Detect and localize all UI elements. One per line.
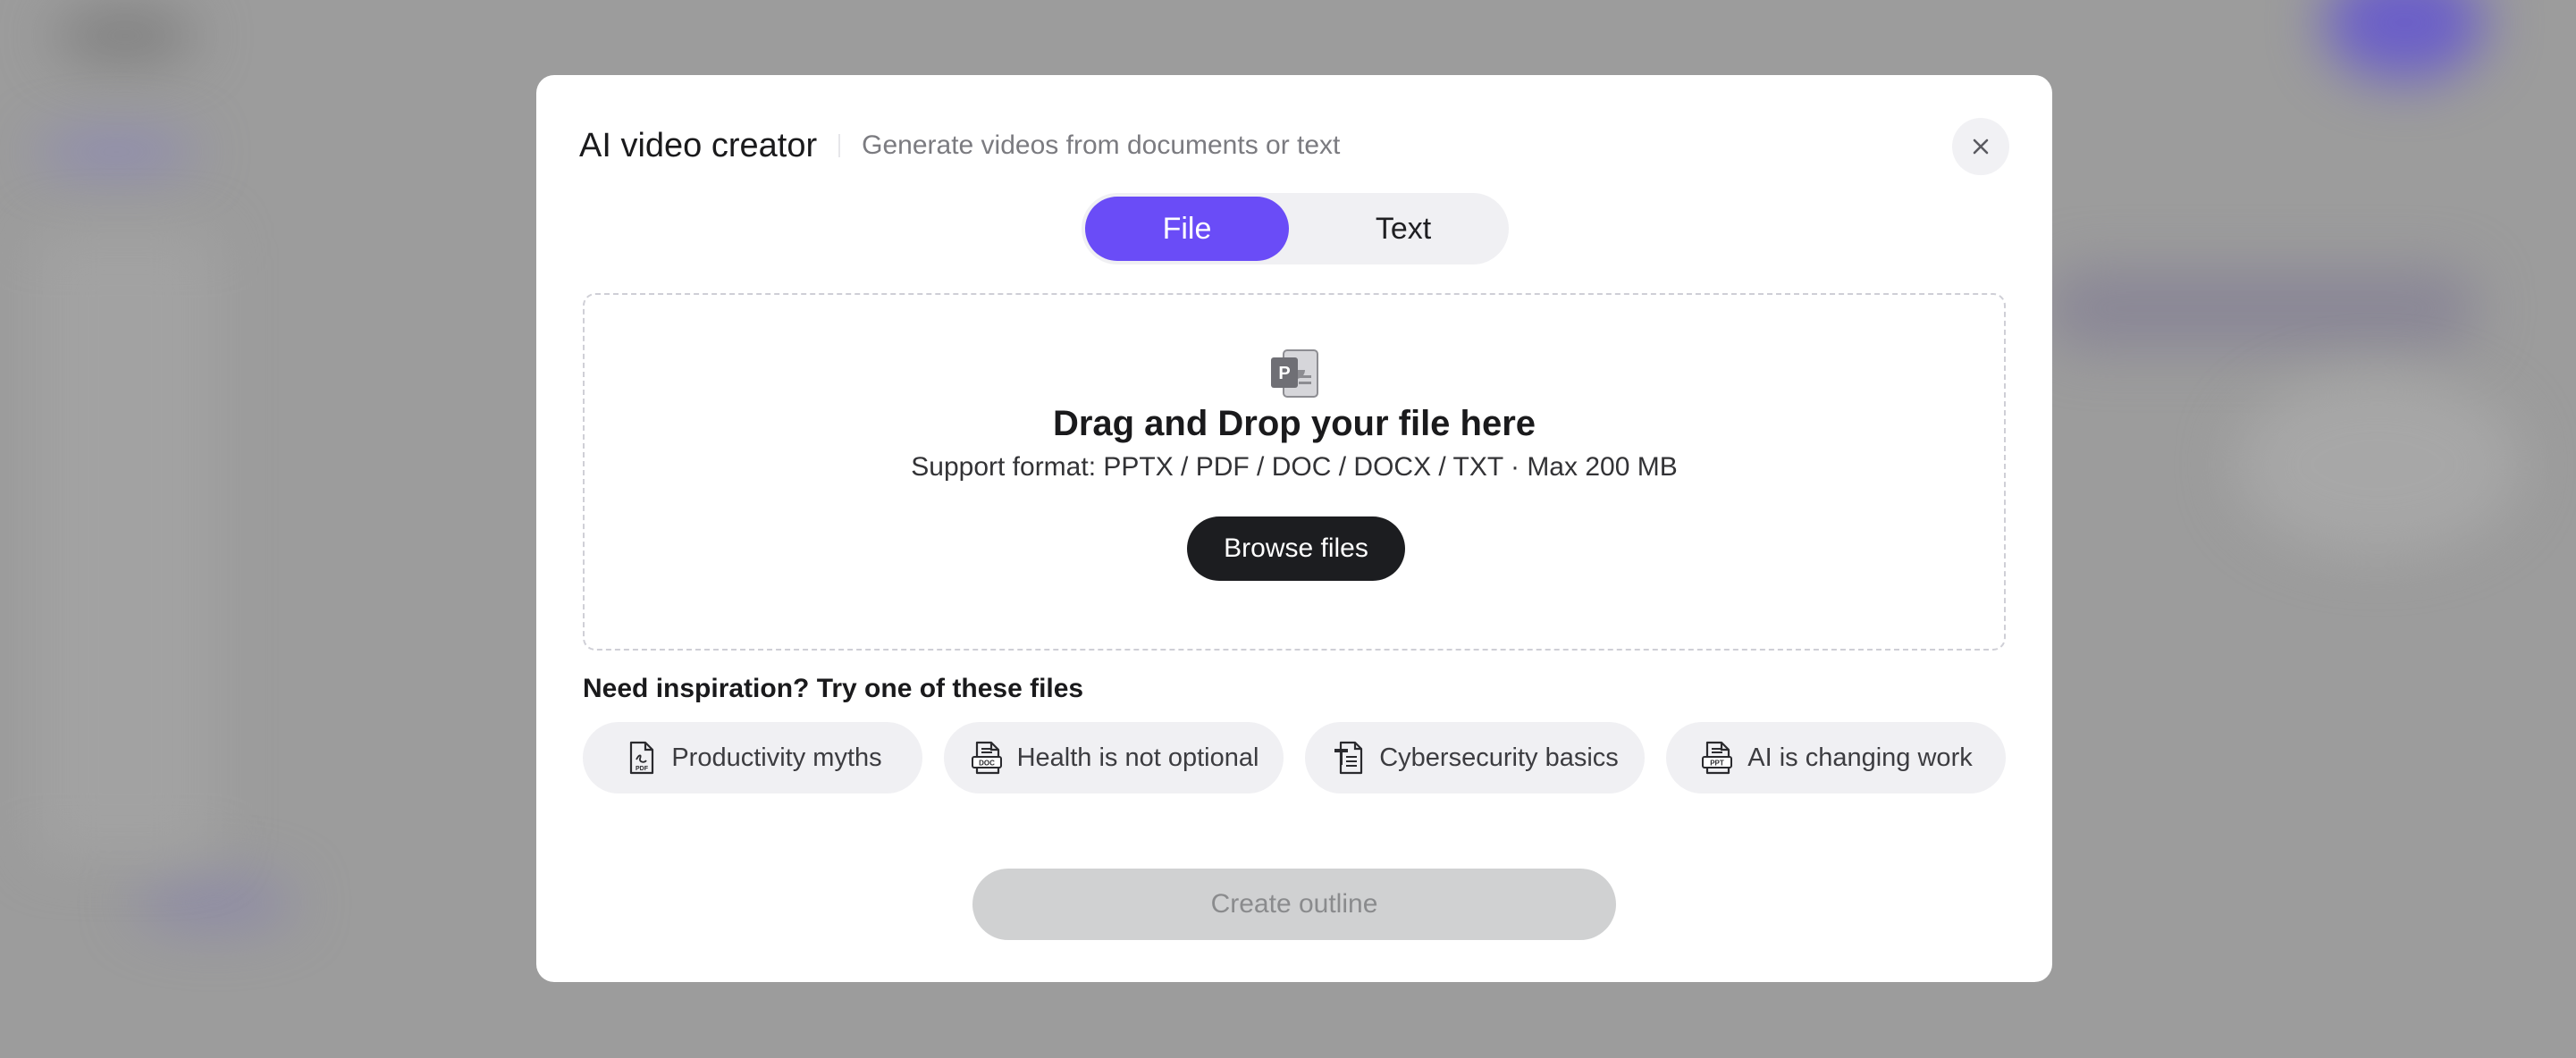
tab-file[interactable]: File [1085, 197, 1289, 261]
sample-chip-cybersecurity-basics[interactable]: Cybersecurity basics [1305, 722, 1645, 794]
dialog-header: AI video creator Generate videos from do… [579, 118, 1340, 173]
sample-files: PDF Productivity myths DOC Health is not… [583, 722, 2006, 794]
svg-text:DOC: DOC [979, 760, 995, 768]
bg-blur-nav [36, 134, 197, 170]
text-file-icon [1334, 741, 1363, 775]
dialog-title: AI video creator [579, 126, 818, 164]
bg-blur-panel [2235, 375, 2521, 554]
dropzone-title: Drag and Drop your file here [1052, 404, 1536, 443]
close-button[interactable] [1952, 118, 2009, 175]
sample-chip-health-is-not-optional[interactable]: DOC Health is not optional [944, 722, 1284, 794]
file-dropzone[interactable]: P Drag and Drop your file here Support f… [583, 293, 2006, 651]
browse-files-button[interactable]: Browse files [1187, 516, 1405, 581]
ai-video-creator-dialog: AI video creator Generate videos from do… [536, 75, 2052, 982]
pdf-file-icon: PDF [630, 741, 654, 775]
inspiration-heading: Need inspiration? Try one of these files [583, 674, 1084, 703]
bg-blur-logo [54, 9, 197, 63]
dialog-subtitle: Generate videos from documents or text [862, 130, 1341, 160]
sample-chip-label: Cybersecurity basics [1379, 743, 1619, 772]
svg-text:PDF: PDF [636, 766, 649, 772]
ppt-file-icon: PPT [1702, 741, 1733, 775]
svg-text:PPT: PPT [1710, 760, 1724, 768]
sample-chip-ai-is-changing-work[interactable]: PPT AI is changing work [1666, 722, 2006, 794]
tab-text[interactable]: Text [1301, 197, 1505, 261]
powerpoint-file-icon: P [1271, 349, 1318, 398]
supported-formats: Support format: PPTX / PDF / DOC / DOCX … [911, 452, 1678, 482]
bg-blur-button [134, 876, 295, 929]
bg-blur-avatar [2324, 0, 2485, 80]
close-icon [1973, 139, 1989, 155]
svg-text:P: P [1278, 364, 1290, 383]
sample-chip-productivity-myths[interactable]: PDF Productivity myths [583, 722, 922, 794]
bg-blur-card [2047, 268, 2476, 348]
source-toggle: File Text [1082, 193, 1509, 264]
create-outline-button[interactable]: Create outline [972, 869, 1616, 940]
sample-chip-label: Productivity myths [671, 743, 882, 772]
doc-file-icon: DOC [971, 741, 1002, 775]
header-divider [838, 134, 841, 157]
sample-chip-label: AI is changing work [1747, 743, 1973, 772]
sample-chip-label: Health is not optional [1016, 743, 1259, 772]
bg-blur-sidebar [36, 232, 215, 858]
